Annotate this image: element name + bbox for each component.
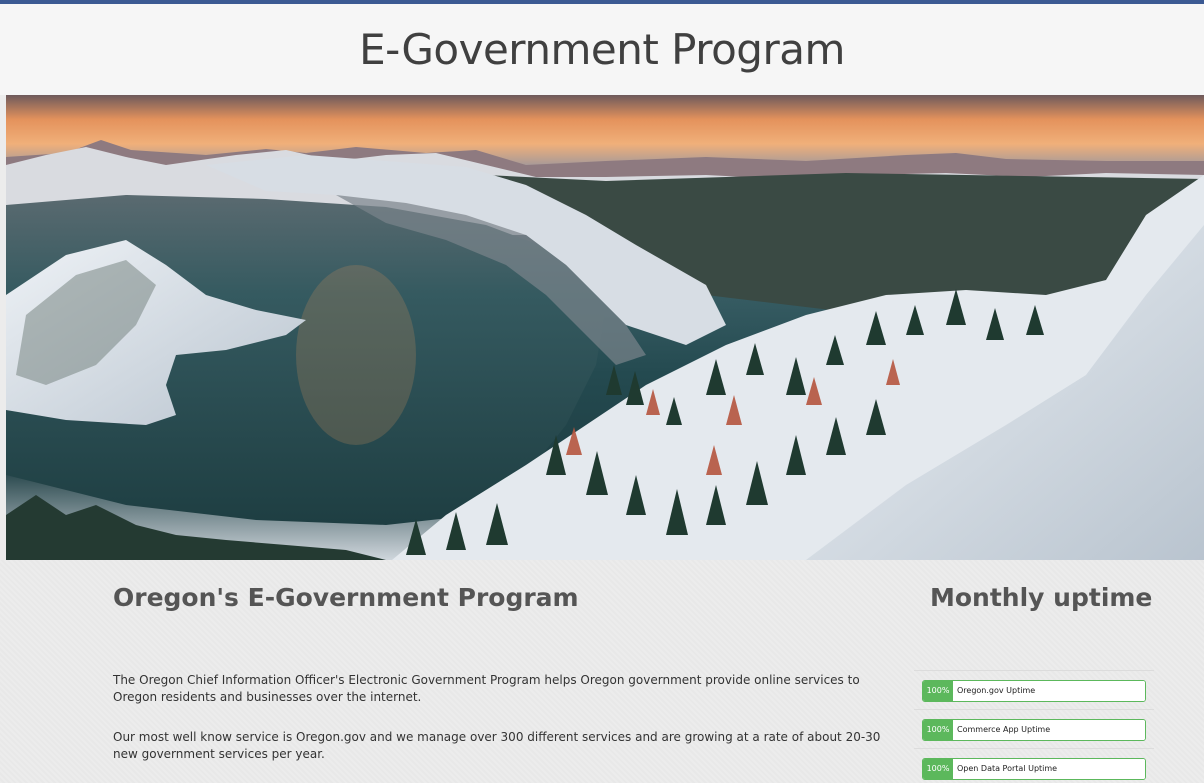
progress-label: Oregon.gov Uptime bbox=[957, 686, 1036, 695]
progress-percent: 100% bbox=[923, 720, 953, 740]
hero-image bbox=[6, 95, 1204, 560]
uptime-title: Monthly uptime bbox=[930, 583, 1153, 612]
uptime-item-commerce-app: 100% Commerce App Uptime bbox=[914, 709, 1154, 748]
services-paragraph: Our most well know service is Oregon.gov… bbox=[113, 730, 881, 761]
intro-paragraph: The Oregon Chief Information Officer's E… bbox=[113, 673, 860, 704]
progress-bar: 100% Oregon.gov Uptime bbox=[922, 680, 1146, 702]
progress-label: Open Data Portal Uptime bbox=[957, 764, 1058, 773]
progress-bar: 100% Commerce App Uptime bbox=[922, 719, 1146, 741]
progress-bar: 100% Open Data Portal Uptime bbox=[922, 758, 1146, 780]
progress-percent: 100% bbox=[923, 759, 953, 779]
uptime-item-oregon-gov: 100% Oregon.gov Uptime bbox=[914, 670, 1154, 709]
section-title: Oregon's E-Government Program bbox=[113, 583, 579, 612]
progress-percent: 100% bbox=[923, 681, 953, 701]
page-title: E-Government Program bbox=[359, 25, 845, 74]
page-header: E-Government Program bbox=[0, 4, 1204, 95]
uptime-item-open-data-portal: 100% Open Data Portal Uptime bbox=[914, 748, 1154, 783]
progress-label: Commerce App Uptime bbox=[957, 725, 1051, 734]
uptime-list: 100% Oregon.gov Uptime 100% Commerce App… bbox=[914, 670, 1154, 783]
